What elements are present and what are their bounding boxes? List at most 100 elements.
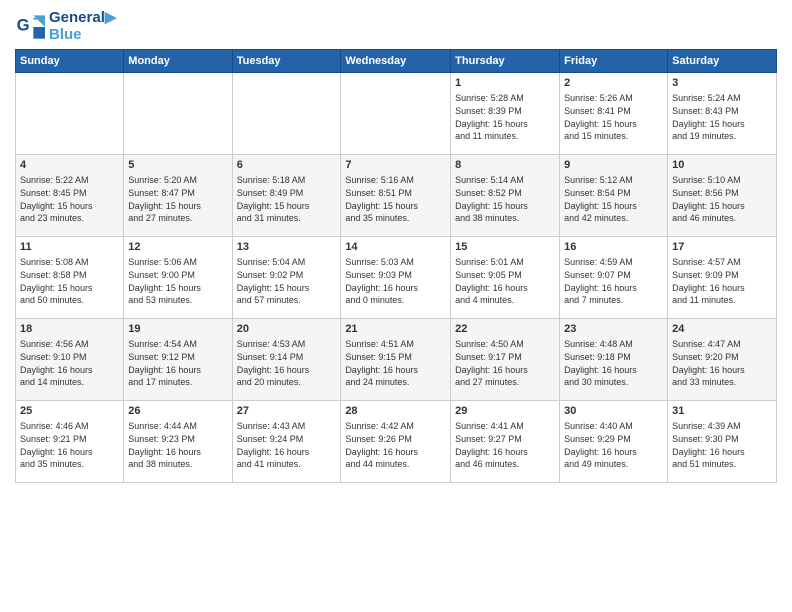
day-info: Daylight: 16 hours [345,282,446,295]
day-info: Daylight: 16 hours [672,282,772,295]
calendar-cell: 20Sunrise: 4:53 AMSunset: 9:14 PMDayligh… [232,319,341,401]
day-number: 14 [345,240,446,255]
day-info: Daylight: 16 hours [20,364,119,377]
weekday-wednesday: Wednesday [341,50,451,73]
day-info: Daylight: 15 hours [564,118,663,131]
day-info: and 23 minutes. [20,212,119,225]
day-info: Daylight: 16 hours [672,364,772,377]
day-info: Sunset: 9:27 PM [455,433,555,446]
day-info: Sunrise: 5:22 AM [20,174,119,187]
day-info: Sunset: 8:39 PM [455,105,555,118]
day-info: Sunset: 8:56 PM [672,187,772,200]
day-info: Sunset: 9:05 PM [455,269,555,282]
calendar-header: SundayMondayTuesdayWednesdayThursdayFrid… [16,50,777,73]
day-number: 7 [345,158,446,173]
day-info: and 24 minutes. [345,376,446,389]
day-info: Sunset: 8:54 PM [564,187,663,200]
day-number: 11 [20,240,119,255]
day-info: Sunrise: 5:04 AM [237,256,337,269]
day-info: Daylight: 16 hours [455,282,555,295]
day-info: Sunset: 8:52 PM [455,187,555,200]
day-info: Sunrise: 4:44 AM [128,420,227,433]
day-info: Sunset: 9:12 PM [128,351,227,364]
calendar-cell: 28Sunrise: 4:42 AMSunset: 9:26 PMDayligh… [341,401,451,483]
day-info: Sunrise: 4:53 AM [237,338,337,351]
day-info: and 31 minutes. [237,212,337,225]
day-info: and 42 minutes. [564,212,663,225]
day-number: 2 [564,76,663,91]
calendar-cell: 12Sunrise: 5:06 AMSunset: 9:00 PMDayligh… [124,237,232,319]
calendar-cell: 6Sunrise: 5:18 AMSunset: 8:49 PMDaylight… [232,155,341,237]
day-number: 17 [672,240,772,255]
day-info: Sunrise: 4:57 AM [672,256,772,269]
day-info: Sunrise: 4:40 AM [564,420,663,433]
day-info: and 51 minutes. [672,458,772,471]
calendar-cell: 3Sunrise: 5:24 AMSunset: 8:43 PMDaylight… [668,73,777,155]
calendar-week-4: 18Sunrise: 4:56 AMSunset: 9:10 PMDayligh… [16,319,777,401]
calendar-cell: 9Sunrise: 5:12 AMSunset: 8:54 PMDaylight… [560,155,668,237]
day-info: Daylight: 16 hours [237,446,337,459]
day-info: Sunrise: 5:03 AM [345,256,446,269]
day-info: and 11 minutes. [672,294,772,307]
weekday-saturday: Saturday [668,50,777,73]
day-info: Daylight: 16 hours [237,364,337,377]
calendar-cell: 27Sunrise: 4:43 AMSunset: 9:24 PMDayligh… [232,401,341,483]
day-number: 28 [345,404,446,419]
calendar-cell: 29Sunrise: 4:41 AMSunset: 9:27 PMDayligh… [451,401,560,483]
day-info: Sunrise: 5:16 AM [345,174,446,187]
day-info: Sunset: 8:51 PM [345,187,446,200]
day-info: Sunrise: 5:24 AM [672,92,772,105]
day-number: 22 [455,322,555,337]
calendar-cell: 16Sunrise: 4:59 AMSunset: 9:07 PMDayligh… [560,237,668,319]
calendar-cell: 25Sunrise: 4:46 AMSunset: 9:21 PMDayligh… [16,401,124,483]
day-info: and 17 minutes. [128,376,227,389]
svg-text:G: G [17,15,30,34]
day-info: and 38 minutes. [455,212,555,225]
logo: G General▶ Blue [15,10,116,43]
calendar-cell: 7Sunrise: 5:16 AMSunset: 8:51 PMDaylight… [341,155,451,237]
day-info: Sunrise: 5:26 AM [564,92,663,105]
day-info: Sunset: 9:23 PM [128,433,227,446]
day-info: Sunset: 9:26 PM [345,433,446,446]
calendar-cell [341,73,451,155]
day-info: Sunrise: 5:14 AM [455,174,555,187]
day-info: Daylight: 16 hours [128,446,227,459]
day-info: Daylight: 16 hours [564,282,663,295]
day-info: Sunset: 9:02 PM [237,269,337,282]
calendar-cell: 11Sunrise: 5:08 AMSunset: 8:58 PMDayligh… [16,237,124,319]
weekday-header-row: SundayMondayTuesdayWednesdayThursdayFrid… [16,50,777,73]
calendar-cell [124,73,232,155]
day-info: Sunset: 8:47 PM [128,187,227,200]
day-info: and 19 minutes. [672,130,772,143]
day-number: 29 [455,404,555,419]
calendar-cell [16,73,124,155]
day-number: 26 [128,404,227,419]
day-info: and 53 minutes. [128,294,227,307]
day-info: and 50 minutes. [20,294,119,307]
day-info: Sunrise: 5:10 AM [672,174,772,187]
calendar-cell: 8Sunrise: 5:14 AMSunset: 8:52 PMDaylight… [451,155,560,237]
day-number: 12 [128,240,227,255]
calendar-body: 1Sunrise: 5:28 AMSunset: 8:39 PMDaylight… [16,73,777,483]
day-info: Sunrise: 4:59 AM [564,256,663,269]
calendar: SundayMondayTuesdayWednesdayThursdayFrid… [15,49,777,483]
day-info: Sunset: 9:09 PM [672,269,772,282]
day-info: Sunset: 9:07 PM [564,269,663,282]
calendar-cell [232,73,341,155]
day-info: Sunset: 9:14 PM [237,351,337,364]
calendar-cell: 31Sunrise: 4:39 AMSunset: 9:30 PMDayligh… [668,401,777,483]
day-info: Daylight: 15 hours [564,200,663,213]
page: G General▶ Blue SundayMondayTuesdayWedne… [0,0,792,612]
day-info: and 11 minutes. [455,130,555,143]
calendar-cell: 4Sunrise: 5:22 AMSunset: 8:45 PMDaylight… [16,155,124,237]
day-info: Daylight: 15 hours [128,200,227,213]
day-info: Sunset: 8:58 PM [20,269,119,282]
day-info: and 35 minutes. [20,458,119,471]
calendar-week-2: 4Sunrise: 5:22 AMSunset: 8:45 PMDaylight… [16,155,777,237]
day-number: 1 [455,76,555,91]
day-info: Sunrise: 4:47 AM [672,338,772,351]
weekday-friday: Friday [560,50,668,73]
day-info: Daylight: 15 hours [672,118,772,131]
day-number: 16 [564,240,663,255]
day-number: 31 [672,404,772,419]
